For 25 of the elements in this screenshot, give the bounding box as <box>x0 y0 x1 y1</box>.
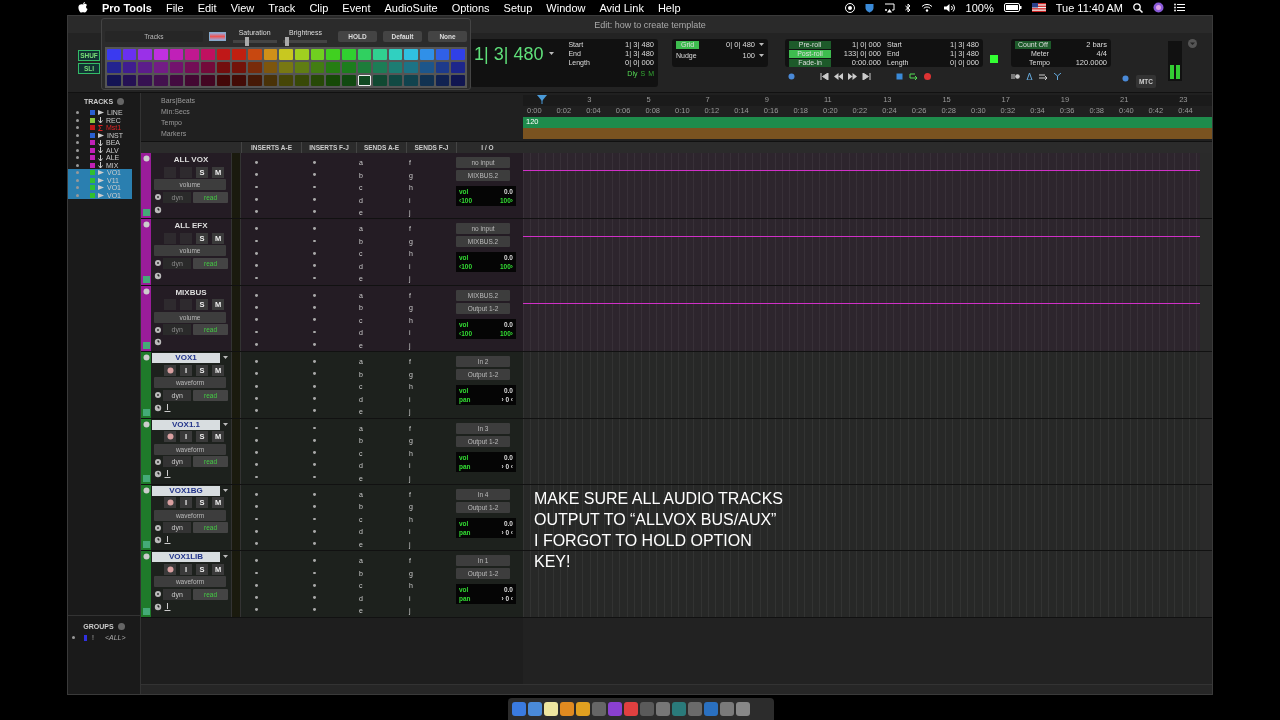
menu-item[interactable]: File <box>165 1 184 14</box>
menu-item[interactable]: View <box>230 1 255 14</box>
track-name[interactable]: MIXBUS <box>154 286 228 298</box>
menu-clock[interactable]: Tue 11:40 AM <box>1055 1 1123 14</box>
menu-item[interactable]: Avid Link <box>599 1 644 14</box>
track-name[interactable]: ALL EFX <box>154 220 228 232</box>
battery-percent: 100% <box>965 1 994 14</box>
main-counter[interactable]: 1| 3| 480 <box>474 41 544 67</box>
annotation-text: MAKE SURE ALL AUDIO TRACKS OUTPUT TO “ALLVOX BUS/AUX” I FORGOT TO HOLD OPTION KEY! <box>534 489 783 572</box>
menu-item[interactable]: Track <box>268 1 296 14</box>
menu-item[interactable]: Help <box>657 1 681 14</box>
menu-item[interactable]: Options <box>451 1 490 14</box>
track-name-field[interactable]: VOX1BG <box>152 485 220 496</box>
track-name-field[interactable]: VOX1LIB <box>152 552 220 563</box>
track-name[interactable]: ALL VOX <box>154 154 228 165</box>
window-title: Edit: how to create template <box>594 19 706 30</box>
app-menu[interactable]: Pro Tools <box>102 1 152 14</box>
menu-item[interactable]: Clip <box>309 1 329 14</box>
menu-item[interactable]: Setup <box>503 1 533 14</box>
menu-item[interactable]: AudioSuite <box>384 1 438 14</box>
track-name-field[interactable]: VOX1.1 <box>152 419 220 430</box>
menu-item[interactable]: Event <box>342 1 371 14</box>
menu-item[interactable]: Edit <box>197 1 217 14</box>
track-name-field[interactable]: VOX1 <box>152 353 220 364</box>
menu-item[interactable]: Window <box>546 1 586 14</box>
